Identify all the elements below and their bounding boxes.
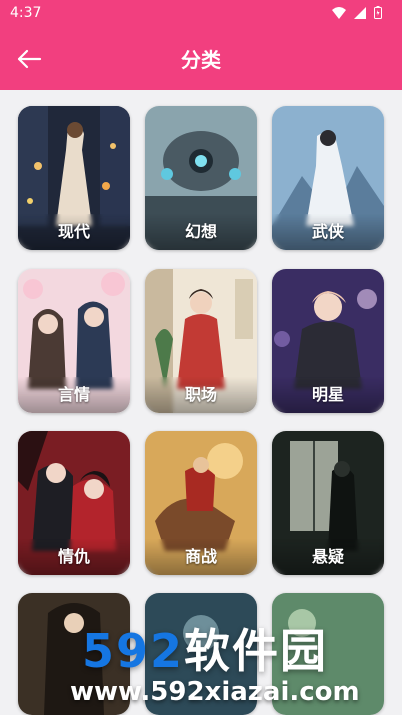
category-label: 职场 — [184, 385, 217, 404]
status-bar: 4:37 eti5 — [0, 0, 402, 37]
category-label: 明星 — [311, 385, 344, 404]
category-label: 言情 — [57, 385, 90, 404]
signal-icon — [354, 6, 366, 19]
app-header: 分类 — [0, 28, 402, 90]
category-card-wuxia[interactable]: 武侠 — [272, 106, 384, 250]
category-card-workplace[interactable]: 职场 — [145, 269, 257, 413]
category-label: 悬疑 — [311, 547, 344, 566]
category-label: 现代 — [57, 222, 90, 241]
category-label: 商战 — [184, 547, 217, 566]
status-icons — [332, 6, 382, 19]
watermark-url: www.592xiazai.com — [70, 677, 360, 707]
wifi-icon — [332, 6, 346, 19]
category-card-vendetta[interactable]: 情仇 — [18, 431, 130, 575]
category-label: 武侠 — [311, 222, 344, 241]
category-label: 情仇 — [57, 547, 90, 566]
status-time: 4:37 — [10, 5, 42, 21]
category-card-romance[interactable]: 言情 — [18, 269, 130, 413]
category-card-fantasy[interactable]: 幻想 — [145, 106, 257, 250]
watermark-logo: 592软件园 — [82, 624, 329, 678]
category-label: 幻想 — [184, 222, 217, 241]
category-card-modern[interactable]: 现代 — [18, 106, 130, 250]
category-card-mystery[interactable]: 悬疑 — [272, 431, 384, 575]
battery-icon — [374, 6, 382, 19]
category-card-celebrity[interactable]: 明星 — [272, 269, 384, 413]
category-card-business-war[interactable]: 商战 — [145, 431, 257, 575]
page-title: 分类 — [181, 48, 221, 72]
